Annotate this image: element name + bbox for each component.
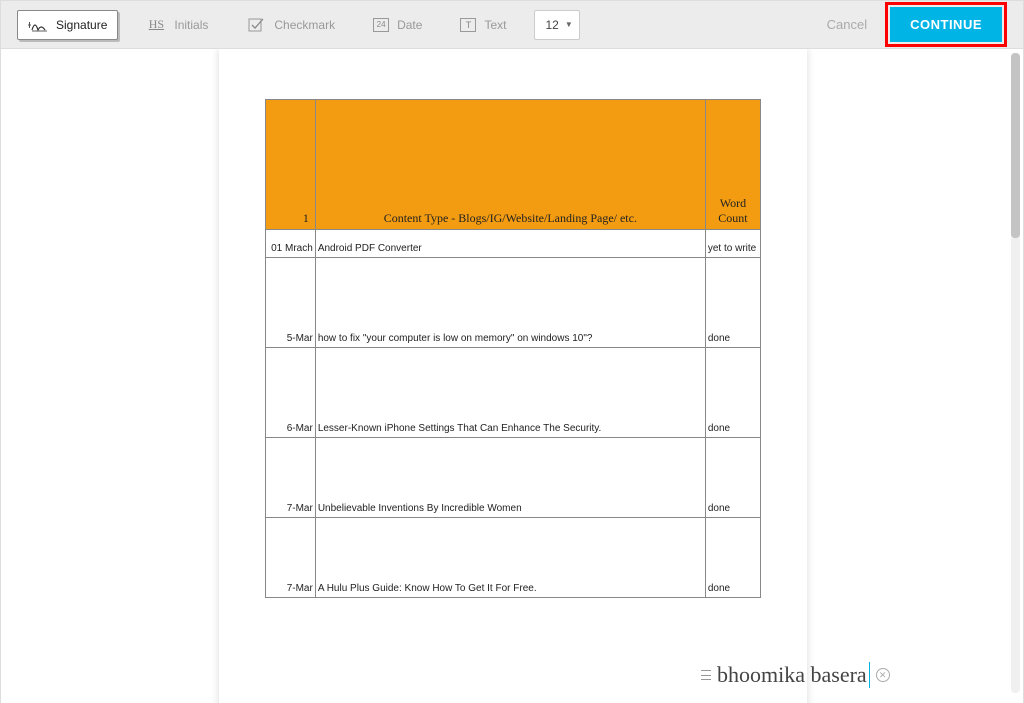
scrollbar-thumb[interactable] (1011, 53, 1020, 238)
table-row: 5-Marhow to fix "your computer is low on… (266, 258, 761, 348)
header-col2: Content Type - Blogs/IG/Website/Landing … (315, 100, 705, 230)
text-label: Text (484, 18, 506, 32)
header-col1: 1 (266, 100, 316, 230)
date-label: Date (397, 18, 422, 32)
table-row: 6-MarLesser-Known iPhone Settings That C… (266, 348, 761, 438)
table-row: 01 MrachAndroid PDF Converteryet to writ… (266, 230, 761, 258)
table-row: 7-MarUnbelievable Inventions By Incredib… (266, 438, 761, 518)
font-size-value: 12 (545, 18, 558, 32)
cell-date: 7-Mar (266, 438, 316, 518)
checkmark-label: Checkmark (274, 18, 335, 32)
cell-status: done (705, 518, 760, 598)
cell-content: Lesser-Known iPhone Settings That Can En… (315, 348, 705, 438)
cell-date: 6-Mar (266, 348, 316, 438)
date-button[interactable]: 24 Date (363, 10, 432, 40)
continue-highlight: CONTINUE (885, 2, 1007, 47)
text-icon: T (460, 18, 476, 32)
continue-button[interactable]: CONTINUE (890, 7, 1002, 42)
cell-status: done (705, 348, 760, 438)
initials-button[interactable]: HS Initials (136, 10, 218, 40)
chevron-down-icon: ▼ (565, 20, 573, 29)
scrollbar[interactable] (1011, 53, 1020, 693)
cell-content: how to fix "your computer is low on memo… (315, 258, 705, 348)
signature-label: Signature (56, 18, 107, 32)
text-button[interactable]: T Text (450, 10, 516, 40)
drag-handle-icon[interactable] (701, 670, 711, 680)
cancel-button[interactable]: Cancel (827, 17, 867, 32)
signature-icon (28, 16, 48, 34)
checkmark-button[interactable]: Checkmark (236, 10, 345, 40)
cell-status: yet to write (705, 230, 760, 258)
cell-content: Unbelievable Inventions By Incredible Wo… (315, 438, 705, 518)
cell-status: done (705, 258, 760, 348)
cell-date: 5-Mar (266, 258, 316, 348)
toolbar: Signature HS Initials Checkmark 24 Date … (1, 1, 1023, 49)
signature-widget[interactable]: bhoomika basera ✕ (701, 662, 890, 688)
document-area: 1 Content Type - Blogs/IG/Website/Landin… (1, 49, 1023, 703)
header-col3: Word Count (705, 100, 760, 230)
cell-content: Android PDF Converter (315, 230, 705, 258)
date-icon: 24 (373, 18, 389, 32)
cell-content: A Hulu Plus Guide: Know How To Get It Fo… (315, 518, 705, 598)
close-icon[interactable]: ✕ (876, 668, 890, 682)
checkmark-icon (246, 16, 266, 34)
font-size-select[interactable]: 12 ▼ (534, 10, 579, 40)
cell-date: 01 Mrach (266, 230, 316, 258)
content-table: 1 Content Type - Blogs/IG/Website/Landin… (265, 99, 761, 598)
signature-text[interactable]: bhoomika basera (717, 662, 870, 688)
initials-label: Initials (174, 18, 208, 32)
cell-date: 7-Mar (266, 518, 316, 598)
document-page[interactable]: 1 Content Type - Blogs/IG/Website/Landin… (219, 49, 807, 703)
signature-button[interactable]: Signature (17, 10, 118, 40)
table-row: 7-MarA Hulu Plus Guide: Know How To Get … (266, 518, 761, 598)
initials-icon: HS (146, 16, 166, 34)
cell-status: done (705, 438, 760, 518)
